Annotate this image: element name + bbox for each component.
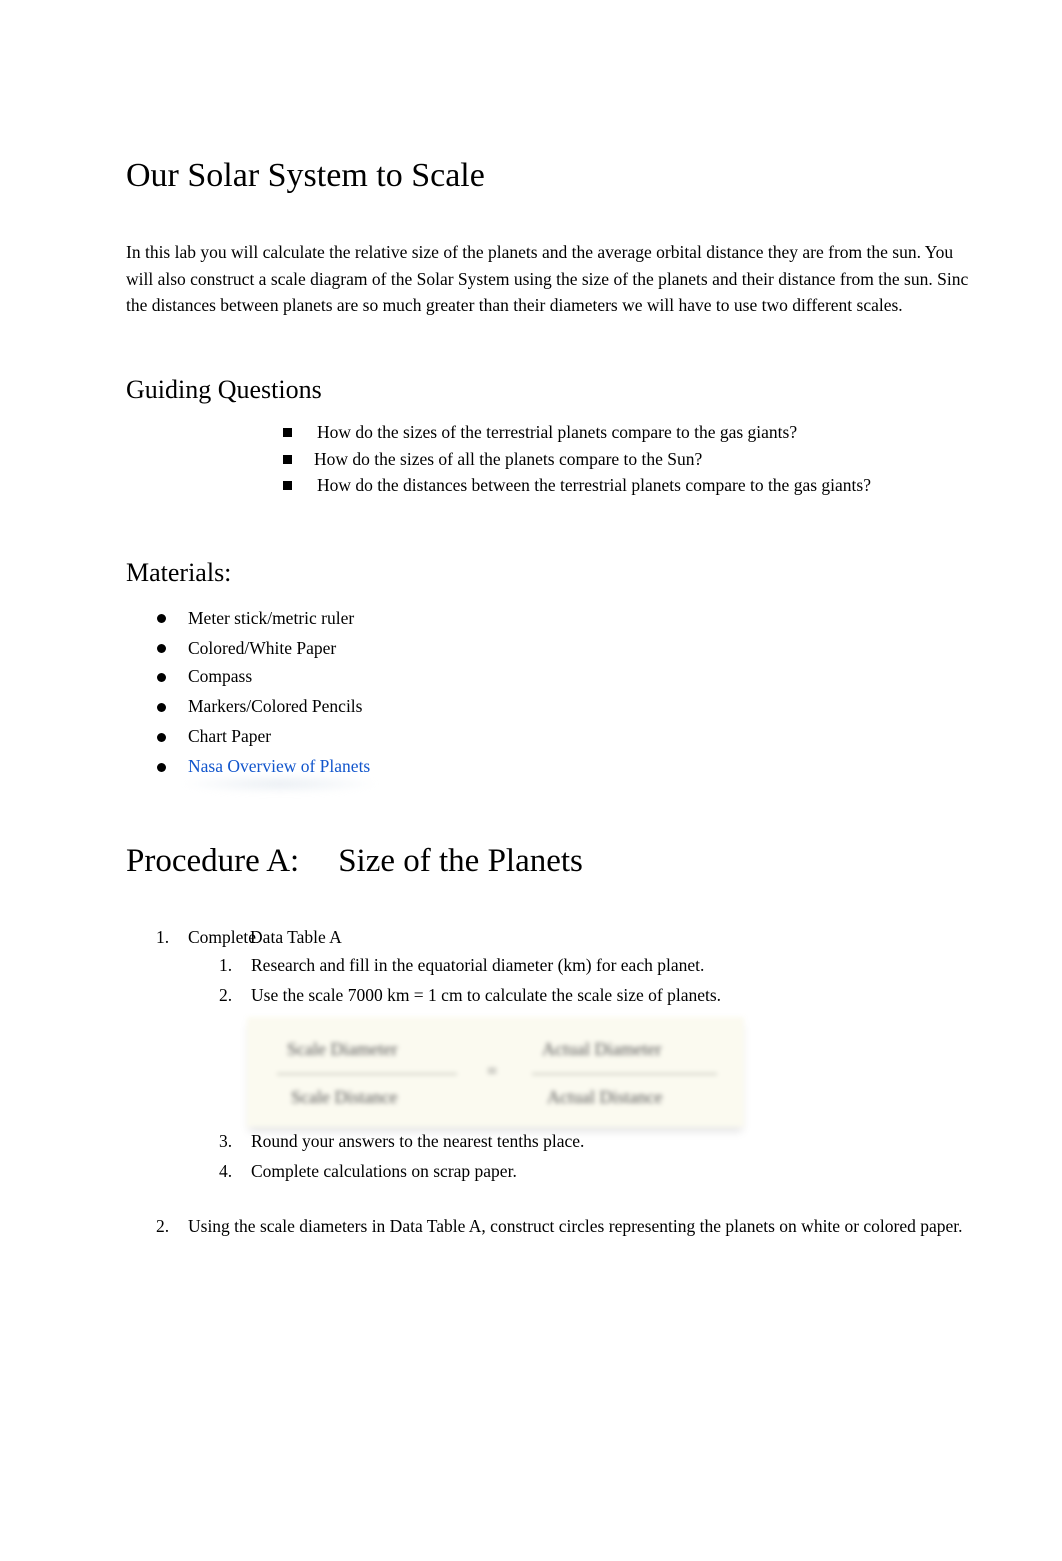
- fraction-bar: [277, 1073, 457, 1075]
- intro-line: In this lab you will calculate the relat…: [126, 242, 954, 262]
- substep-text: Round your answers to the nearest tenths…: [251, 1131, 585, 1151]
- substep-number: 3.: [219, 1131, 233, 1151]
- fraction-bar: [532, 1073, 717, 1075]
- step-number: 1.: [156, 927, 170, 947]
- guiding-question: How do the sizes of all the planets comp…: [314, 449, 703, 469]
- material-item: Chart Paper: [188, 726, 272, 746]
- substep-number: 2.: [219, 985, 233, 1005]
- bullet-dot-icon: [157, 644, 166, 653]
- intro-paragraph: In this lab you will calculate the relat…: [126, 239, 1062, 319]
- bullet-dot-icon: [157, 703, 166, 712]
- square-bullet-icon: [283, 455, 292, 464]
- bullet-dot-icon: [157, 733, 166, 742]
- bullet-dot-icon: [157, 614, 166, 623]
- nasa-overview-link[interactable]: Nasa Overview of Planets: [188, 756, 370, 777]
- material-item: Colored/White Paper: [188, 638, 337, 658]
- guiding-questions-heading: Guiding Questions: [126, 375, 322, 404]
- material-item: Compass: [188, 666, 253, 686]
- substep-text: Complete calculations on scrap paper.: [251, 1161, 517, 1181]
- substep-number: 4.: [219, 1161, 233, 1181]
- step-number: 2.: [156, 1216, 170, 1236]
- square-bullet-icon: [283, 481, 292, 490]
- guiding-question: How do the sizes of the terrestrial plan…: [317, 422, 798, 442]
- procedure-label: Procedure A:: [126, 843, 300, 879]
- step-text: Using the scale diameters in Data Table …: [188, 1216, 963, 1236]
- bullet-dot-icon: [157, 763, 166, 772]
- guiding-question: How do the distances between the terrest…: [317, 475, 871, 495]
- bullet-dot-icon: [157, 673, 166, 682]
- materials-heading: Materials:: [126, 558, 232, 587]
- data-table-reference: Data Table A: [250, 927, 342, 947]
- square-bullet-icon: [283, 428, 292, 437]
- substep-number: 1.: [219, 955, 233, 975]
- procedure-title: Size of the Planets: [338, 843, 583, 879]
- formula-right-numerator: Actual Diameter: [542, 1039, 662, 1059]
- procedure-heading: Procedure A: Size of the Planets: [126, 843, 583, 880]
- material-item: Markers/Colored Pencils: [188, 696, 363, 716]
- formula-left-denominator: Scale Distance: [291, 1087, 398, 1107]
- substep-text: Research and fill in the equatorial diam…: [251, 955, 705, 975]
- formula-left-numerator: Scale Diameter: [287, 1039, 398, 1059]
- intro-line: will also construct a scale diagram of t…: [126, 268, 969, 289]
- step-text: CompleteData Table A: [188, 927, 342, 947]
- page-title: Our Solar System to Scale: [126, 157, 485, 194]
- intro-line: the distances between planets are so muc…: [126, 295, 903, 315]
- formula-right-denominator: Actual Distance: [547, 1087, 663, 1107]
- link-shadow: [180, 774, 380, 794]
- formula-equals: =: [487, 1061, 498, 1081]
- scale-formula-image: Scale Diameter Scale Distance = Actual D…: [247, 1017, 744, 1127]
- material-item: Meter stick/metric ruler: [188, 608, 355, 628]
- substep-text: Use the scale 7000 km = 1 cm to calculat…: [251, 985, 722, 1005]
